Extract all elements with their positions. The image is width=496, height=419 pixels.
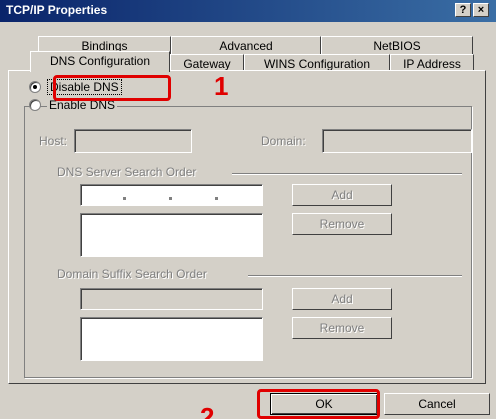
dns-server-list[interactable]: [80, 213, 263, 257]
host-input[interactable]: [74, 129, 192, 153]
separator: [232, 173, 462, 175]
help-button[interactable]: ?: [455, 3, 471, 17]
tab-netbios[interactable]: NetBIOS: [321, 36, 473, 55]
dns-configuration-panel: Disable DNS Enable DNS Host: Domain: DNS…: [8, 70, 486, 384]
tab-advanced[interactable]: Advanced: [171, 36, 321, 55]
domain-suffix-remove-button[interactable]: Remove: [292, 317, 392, 339]
domain-suffix-list[interactable]: [80, 317, 263, 361]
host-label: Host:: [39, 134, 68, 148]
dns-server-add-button[interactable]: Add: [292, 184, 392, 206]
domain-suffix-input[interactable]: [80, 288, 263, 310]
callout-box-ok: [257, 389, 380, 419]
window-title: TCP/IP Properties: [6, 3, 108, 17]
dns-server-ip-input[interactable]: [80, 184, 263, 206]
callout-step-2: 2: [200, 402, 215, 419]
enable-dns-radio[interactable]: [29, 99, 41, 111]
domain-suffix-add-button[interactable]: Add: [292, 288, 392, 310]
domain-suffix-search-order-label: Domain Suffix Search Order: [57, 267, 207, 281]
callout-step-1: 1: [214, 71, 229, 101]
close-button[interactable]: ×: [473, 3, 489, 17]
separator: [248, 275, 462, 277]
callout-box-disable-dns: [53, 75, 171, 101]
cancel-button[interactable]: Cancel: [384, 393, 490, 415]
tab-dns-configuration[interactable]: DNS Configuration: [30, 51, 170, 72]
domain-input[interactable]: [322, 129, 472, 153]
domain-label: Domain:: [261, 134, 306, 148]
dns-server-remove-button[interactable]: Remove: [292, 213, 392, 235]
dns-server-search-order-label: DNS Server Search Order: [57, 165, 197, 179]
disable-dns-radio[interactable]: [29, 81, 41, 93]
